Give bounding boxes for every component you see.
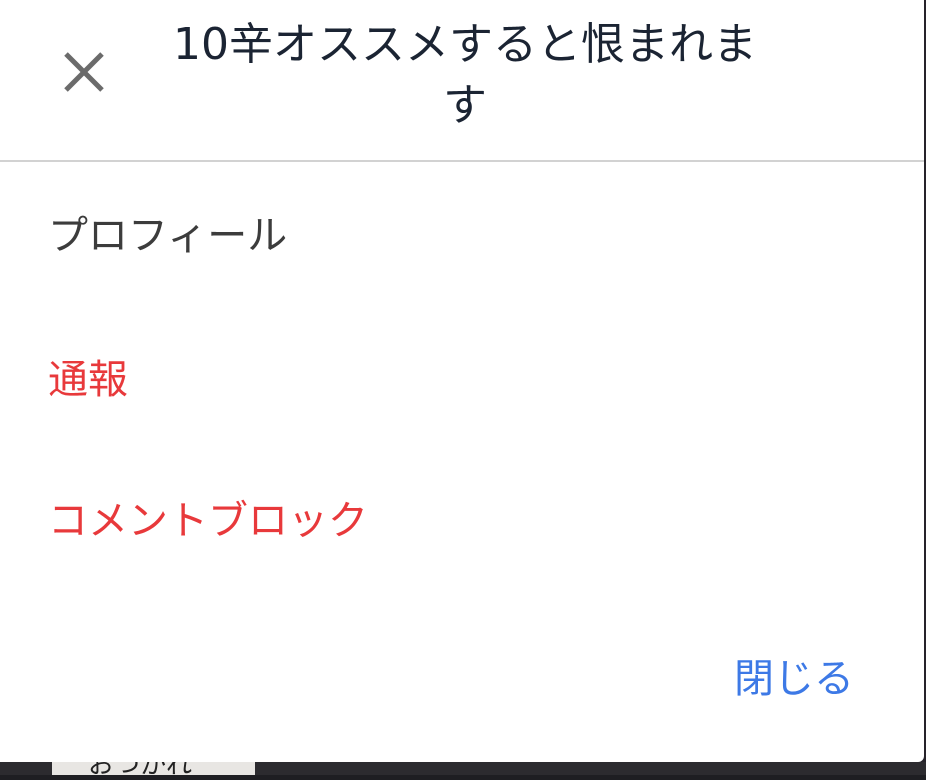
action-sheet-dialog: 10辛オススメすると恨まれます プロフィール 通報 コメントブロック 閉じる [0, 0, 924, 762]
dialog-title: 10辛オススメすると恨まれます [173, 19, 757, 131]
menu-item-profile[interactable]: プロフィール [48, 212, 287, 260]
close-button[interactable]: 閉じる [734, 655, 854, 703]
dialog-header: 10辛オススメすると恨まれます [0, 0, 924, 160]
header-divider [0, 160, 924, 162]
menu-item-comment-block[interactable]: コメントブロック [48, 497, 368, 545]
menu-item-report[interactable]: 通報 [48, 356, 128, 404]
close-icon[interactable] [58, 46, 110, 98]
